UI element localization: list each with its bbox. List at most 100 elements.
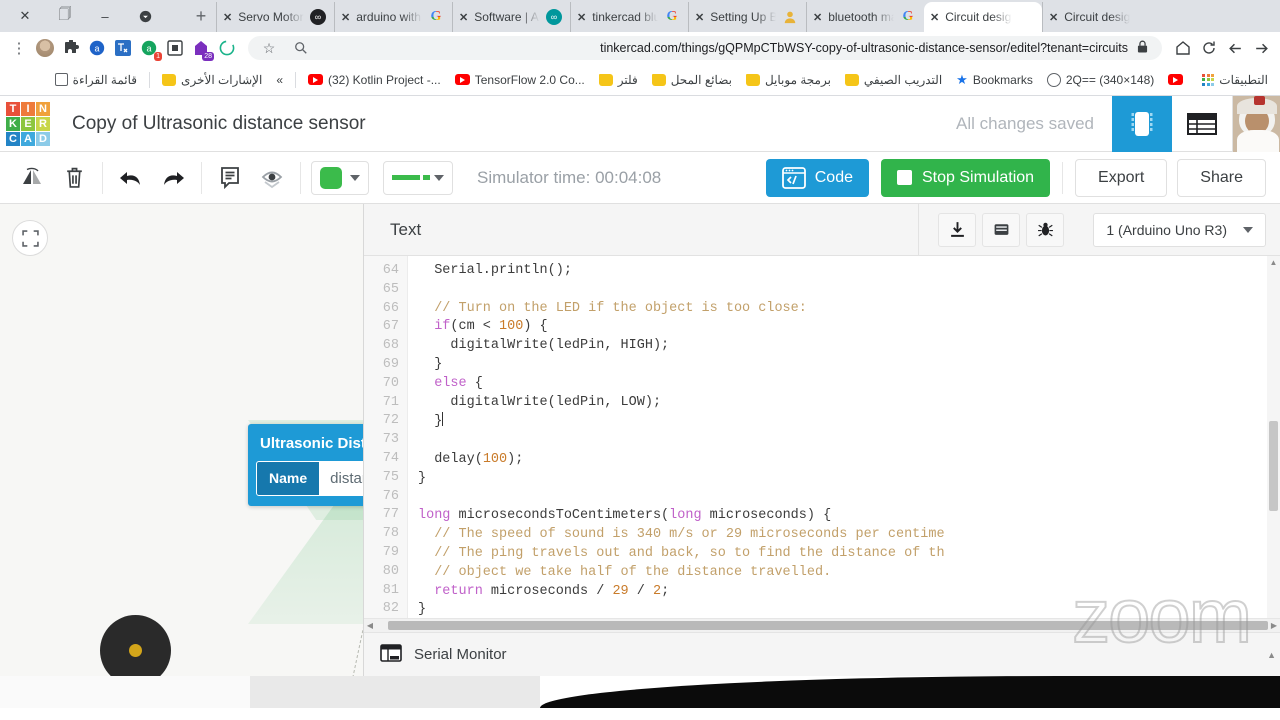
- scroll-up-arrow[interactable]: ▲: [1267, 256, 1280, 267]
- page-title[interactable]: Copy of Ultrasonic distance sensor: [72, 113, 956, 135]
- close-icon[interactable]: ✕: [223, 11, 232, 24]
- browser-tab[interactable]: ✕ bluetooth ma G: [806, 2, 924, 32]
- scroll-left-arrow[interactable]: ◀: [364, 621, 376, 630]
- minimize-window-button[interactable]: –: [86, 2, 124, 30]
- search-icon[interactable]: [290, 37, 312, 59]
- close-icon[interactable]: ✕: [930, 11, 939, 24]
- reload-icon[interactable]: [1198, 37, 1220, 59]
- board-selector[interactable]: 1 (Arduino Uno R3): [1093, 212, 1266, 247]
- name-input[interactable]: distance sensor: [319, 462, 363, 495]
- download-code-button[interactable]: [938, 212, 977, 247]
- sync-icon[interactable]: [216, 37, 238, 59]
- bookmark-item[interactable]: TensorFlow 2.0 Co...: [449, 70, 591, 90]
- apps-grid-icon: [1202, 73, 1215, 86]
- reading-list-button[interactable]: قائمة القراءة: [49, 70, 143, 90]
- panel-title: Ultrasonic Distance Sensor: [260, 435, 363, 452]
- bookmark-item[interactable]: [1162, 71, 1194, 88]
- bookmark-item[interactable]: التدريب الصيفي: [839, 70, 948, 90]
- close-window-button[interactable]: ✕: [6, 2, 44, 30]
- chevron-down-icon: [434, 174, 444, 181]
- tinkercad-logo-icon[interactable]: T I N K E R C A D: [6, 101, 50, 146]
- hscrollbar-thumb[interactable]: [388, 621, 1268, 630]
- address-bar[interactable]: ☆ tinkercad.com/things/gQPMpCTbWSY-copy-…: [248, 36, 1162, 60]
- code-mode-label[interactable]: Text: [364, 220, 918, 240]
- components-panel-button[interactable]: [1112, 95, 1172, 152]
- name-field-row[interactable]: Name distance sensor: [256, 461, 363, 496]
- piezo-buzzer[interactable]: [100, 615, 171, 676]
- export-button[interactable]: Export: [1075, 158, 1168, 197]
- browser-tab[interactable]: ✕ arduino with G: [334, 2, 452, 32]
- circuit-canvas[interactable]: Ultrasonic Distance Sensor Name distance…: [0, 204, 363, 676]
- serial-monitor-bar[interactable]: Serial Monitor ▲: [364, 632, 1280, 676]
- restore-window-button[interactable]: 🗍: [46, 2, 84, 30]
- notes-button[interactable]: [212, 160, 248, 196]
- scrollbar-thumb[interactable]: [1269, 421, 1278, 511]
- fullscreen-button[interactable]: [12, 220, 48, 256]
- browser-tabstrip: ✕ 🗍 – + ✕ Servo Motor ∞ ✕ arduino with G…: [0, 0, 1280, 32]
- code-panel-header: Text 1 (Arduino Uno R3): [364, 203, 1280, 256]
- code-horizontal-scrollbar[interactable]: ◀ ▶: [364, 618, 1280, 632]
- undo-button[interactable]: [113, 160, 149, 196]
- rotate-button[interactable]: [14, 160, 50, 196]
- browser-tab[interactable]: ✕ Setting Up B: [688, 2, 806, 32]
- grammarly-icon[interactable]: a 1: [138, 37, 162, 61]
- translate-icon[interactable]: [112, 37, 134, 59]
- bookmark-item[interactable]: برمجة موبايل: [740, 70, 837, 90]
- bookmark-item[interactable]: الإشارات الأخرى: [156, 70, 268, 90]
- bookmark-item[interactable]: التطبيقات: [1196, 70, 1274, 90]
- close-icon[interactable]: ✕: [1049, 11, 1058, 24]
- profile-avatar[interactable]: [34, 37, 56, 59]
- bookmark-item[interactable]: 2Q== (340×148): [1041, 70, 1160, 90]
- bookmark-item[interactable]: (32) Kotlin Project -...: [302, 70, 447, 90]
- code-content[interactable]: Serial.println(); // Turn on the LED if …: [418, 262, 1280, 618]
- adblock-icon[interactable]: a: [86, 37, 108, 59]
- browser-tab-active[interactable]: ✕ Circuit design: [924, 2, 1042, 32]
- wire-style-picker[interactable]: [383, 160, 453, 195]
- visibility-button[interactable]: [254, 160, 290, 196]
- google-icon: G: [428, 9, 444, 25]
- close-icon[interactable]: ✕: [813, 11, 822, 24]
- stop-simulation-button[interactable]: Stop Simulation: [880, 158, 1051, 197]
- bookmark-item[interactable]: بضائع المحل: [646, 70, 738, 90]
- browser-tab[interactable]: ✕ tinkercad blu G: [570, 2, 688, 32]
- puzzle-extensions-icon[interactable]: [60, 37, 82, 59]
- line-number: 72: [382, 413, 399, 429]
- screenshot-icon[interactable]: [164, 37, 186, 59]
- close-icon[interactable]: ✕: [577, 11, 586, 24]
- wire-color-picker[interactable]: [311, 160, 369, 195]
- folder-icon: [598, 73, 613, 86]
- browser-tab[interactable]: ✕ Servo Motor ∞: [216, 2, 334, 32]
- component-properties-panel[interactable]: Ultrasonic Distance Sensor Name distance…: [248, 424, 363, 506]
- bookmark-item[interactable]: ★ Bookmarks: [950, 69, 1039, 91]
- back-icon[interactable]: [1224, 37, 1246, 59]
- new-tab-button[interactable]: +: [186, 2, 216, 30]
- user-avatar[interactable]: [1232, 95, 1280, 152]
- scroll-right-arrow[interactable]: ▶: [1268, 621, 1280, 630]
- code-editor[interactable]: 64 65 66 67 68 69 70 71 72 73 74 75 76 77 78 79 80 81 82 S…: [364, 256, 1280, 618]
- code-button[interactable]: Code: [765, 158, 869, 197]
- close-icon[interactable]: ✕: [459, 11, 468, 24]
- reading-list-icon: [54, 73, 68, 86]
- tab-search-dropdown-button[interactable]: [126, 2, 164, 30]
- close-icon[interactable]: ✕: [341, 11, 350, 24]
- code-vertical-scrollbar[interactable]: ▲: [1267, 256, 1280, 618]
- share-button[interactable]: Share: [1177, 158, 1266, 197]
- bookmark-star-icon[interactable]: ☆: [258, 37, 280, 59]
- serial-monitor-expand-arrow[interactable]: ▲: [1267, 650, 1280, 660]
- browser-tab[interactable]: ✕ Software | Ar ∞: [452, 2, 570, 32]
- delete-button[interactable]: [56, 160, 92, 196]
- forward-icon[interactable]: [1250, 37, 1272, 59]
- evernote-icon[interactable]: 28: [190, 37, 214, 61]
- bookmarks-overflow-button[interactable]: «: [270, 70, 289, 90]
- debug-button[interactable]: [1026, 212, 1065, 247]
- close-icon[interactable]: ✕: [695, 11, 704, 24]
- chrome-menu-icon[interactable]: ⋮: [8, 37, 30, 59]
- code-text-area[interactable]: Serial.println(); // Turn on the LED if …: [408, 256, 1280, 618]
- library-button[interactable]: [982, 212, 1021, 247]
- history-group: [103, 152, 201, 204]
- redo-button[interactable]: [155, 160, 191, 196]
- browser-tab[interactable]: ✕ Circuit design: [1042, 2, 1160, 32]
- bookmark-item[interactable]: فلتر: [593, 70, 644, 90]
- home-icon[interactable]: [1172, 37, 1194, 59]
- list-view-button[interactable]: [1172, 96, 1232, 152]
